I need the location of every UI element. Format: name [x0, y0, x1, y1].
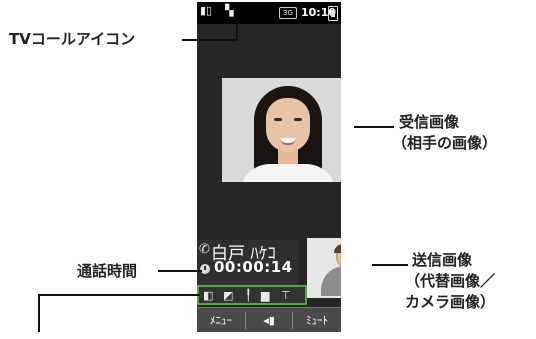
callout-sent-image-line2: （代替画像／: [405, 272, 496, 290]
volume-icon[interactable]: ▆: [261, 290, 269, 302]
leader-line-tv-call-icon-vertical: [236, 22, 238, 41]
callout-received-image-line2: （相手の画像）: [392, 134, 498, 152]
callout-received-image-line1: 受信画像: [399, 113, 460, 131]
camera-switch-icon[interactable]: ◩: [223, 290, 233, 302]
battery-icon: [328, 6, 338, 21]
speaker-icon[interactable]: ◧: [203, 290, 213, 302]
sent-image[interactable]: [307, 238, 341, 298]
avatar-body: [321, 266, 341, 296]
end-call-softkey[interactable]: ◂▮: [246, 308, 292, 332]
leader-line-icons-row-vertical: [38, 294, 40, 332]
clock-icon: [200, 264, 210, 274]
leader-line-icons-row: [38, 294, 200, 296]
callout-tv-call-icon: TVコールアイコン: [9, 30, 136, 48]
avatar-hat: [334, 244, 341, 253]
signal-strength-icon: ▮▯: [200, 4, 213, 17]
phone-handset-icon: ✆: [199, 242, 210, 257]
antenna-settings-icon[interactable]: ⊤: [281, 290, 291, 302]
microphone-icon[interactable]: ╿: [245, 290, 252, 302]
received-image-eye-left: [274, 118, 282, 121]
received-image: [222, 78, 341, 182]
end-call-icon: ◂▮: [263, 314, 275, 327]
softkey-bar: ﾒﾆｭｰ ◂▮ ﾐｭｰﾄ: [197, 307, 341, 332]
menu-softkey[interactable]: ﾒﾆｭｰ: [197, 308, 245, 332]
leader-line-call-duration: [158, 270, 202, 272]
phone-screen: ▮▯ ▚ 3G 10:10 ✆ 白戸 ﾊｹｺ 00:00:14 ◧ ◩ ╿ ▆ …: [197, 2, 341, 332]
callout-sent-image-line3: カメラ画像）: [405, 293, 496, 311]
leader-line-tv-call-icon: [182, 39, 238, 41]
call-function-icons: ◧ ◩ ╿ ▆ ⊤: [197, 285, 307, 305]
tv-call-icon: ▚: [225, 4, 234, 17]
leader-line-sent-image: [372, 264, 408, 266]
leader-line-received-image: [354, 126, 394, 128]
received-image-eye-right: [294, 118, 302, 121]
callout-sent-image-line1: 送信画像: [412, 251, 473, 269]
call-duration: 00:00:14: [214, 258, 293, 276]
callout-call-duration: 通話時間: [77, 262, 138, 280]
mute-softkey[interactable]: ﾐｭｰﾄ: [293, 308, 341, 332]
network-3g-badge: 3G: [279, 7, 297, 19]
status-bar: ▮▯ ▚ 3G 10:10: [197, 2, 341, 24]
